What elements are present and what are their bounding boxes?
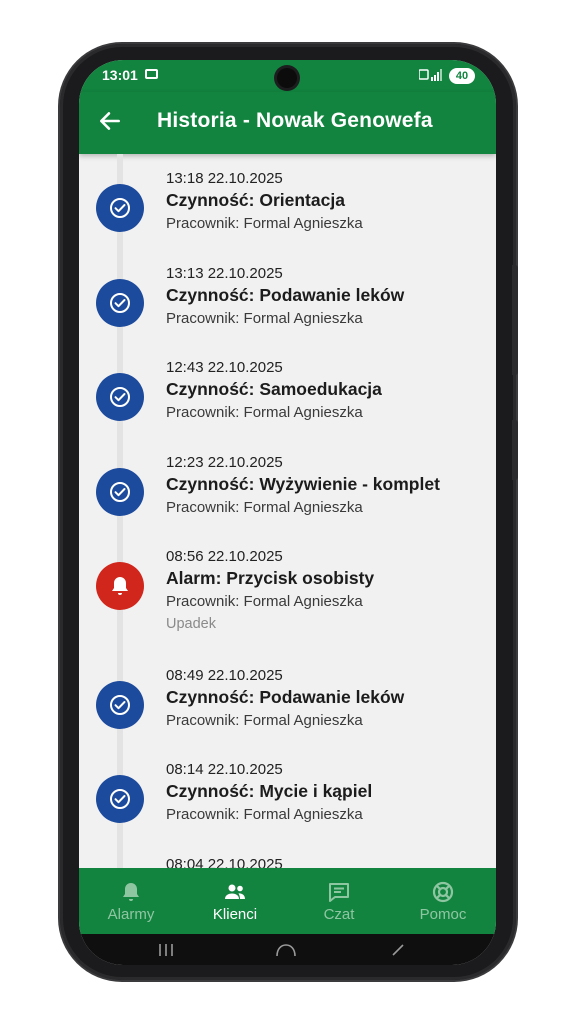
check-circle-icon xyxy=(96,775,144,823)
history-item-title: Alarm: Przycisk osobisty xyxy=(166,568,375,588)
history-item-title: Czynność: Podawanie leków xyxy=(166,284,405,305)
recent-apps-icon[interactable] xyxy=(157,944,175,956)
volume-button xyxy=(512,265,518,375)
check-circle-icon xyxy=(96,278,144,327)
history-item-time: 12:43 22.10.2025 xyxy=(166,359,283,376)
history-item-title: Czynność: Wyżywienie - komplet xyxy=(166,473,440,494)
history-item-worker: Pracownik: Formal Agnieszka xyxy=(166,498,363,516)
check-circle-icon xyxy=(96,373,144,421)
history-item-time: 08:14 22.10.2025 xyxy=(166,761,283,778)
history-item-title: Czynność: Podawanie leków xyxy=(166,686,405,707)
history-item-worker: Pracownik: Formal Agnieszka xyxy=(166,215,363,232)
history-item-worker: Pracownik: Formal Agnieszka xyxy=(166,711,363,729)
status-time: 13:01 xyxy=(102,67,138,83)
nav-label: Alarmy xyxy=(107,906,155,923)
nav-pomoc[interactable]: Pomoc xyxy=(391,868,495,934)
nav-label: Czat xyxy=(323,906,355,923)
history-item-time: 08:56 22.10.2025 xyxy=(166,548,283,565)
signal-icon xyxy=(419,69,442,81)
people-icon xyxy=(225,884,245,899)
battery-indicator: 40 xyxy=(449,68,475,84)
front-camera xyxy=(277,68,297,88)
check-circle-icon xyxy=(96,184,144,232)
nav-label: Pomoc xyxy=(419,906,467,923)
arrow-back-icon[interactable] xyxy=(97,108,123,134)
status-bar: 13:01 40 xyxy=(79,60,496,92)
check-circle-icon xyxy=(96,680,144,729)
history-list[interactable]: 13:18 22.10.2025 Czynność: Orientacja Prac… xyxy=(79,154,496,868)
nav-czat[interactable]: Czat xyxy=(287,868,391,934)
nav-alarmy[interactable]: Alarmy xyxy=(79,868,183,934)
history-item-note: Upadek xyxy=(166,616,216,632)
history-item-time: 12:23 22.10.2025 xyxy=(166,453,283,471)
power-button xyxy=(512,420,518,480)
system-back-icon[interactable] xyxy=(391,943,405,957)
chat-icon xyxy=(329,883,349,902)
history-item-worker: Pracownik: Formal Agnieszka xyxy=(166,593,363,610)
history-item-worker: Pracownik: Formal Agnieszka xyxy=(166,806,363,823)
history-item-title: Czynność: Mycie i kąpiel xyxy=(166,781,373,801)
history-item-time: 13:18 22.10.2025 xyxy=(166,170,283,187)
history-item-worker: Pracownik: Formal Agnieszka xyxy=(166,309,363,327)
system-navigation-bar xyxy=(79,934,496,965)
history-item-time: 08:04 22.10.2025 xyxy=(166,855,283,869)
history-item-worker: Pracownik: Formal Agnieszka xyxy=(166,404,363,421)
lifebuoy-icon xyxy=(432,881,454,903)
message-icon xyxy=(145,69,158,79)
page-title: Historia - Nowak Genowefa xyxy=(157,109,433,132)
history-item-time: 13:13 22.10.2025 xyxy=(166,264,283,282)
home-icon[interactable] xyxy=(275,943,297,957)
nav-label: Klienci xyxy=(212,906,258,923)
nav-klienci[interactable]: Klienci xyxy=(183,868,287,934)
check-circle-icon xyxy=(96,467,144,516)
history-item-title: Czynność: Samoedukacja xyxy=(166,379,382,399)
screen: 13:01 40 Historia - Nowak Genowefa 13:18… xyxy=(79,60,496,965)
bell-icon xyxy=(123,883,139,901)
bottom-navigation: Alarmy Klienci Czat Pomoc xyxy=(79,868,496,934)
bell-icon xyxy=(96,562,144,610)
history-item-title: Czynność: Orientacja xyxy=(166,190,345,210)
history-item-time: 08:49 22.10.2025 xyxy=(166,666,283,684)
app-bar: Historia - Nowak Genowefa xyxy=(79,92,496,154)
